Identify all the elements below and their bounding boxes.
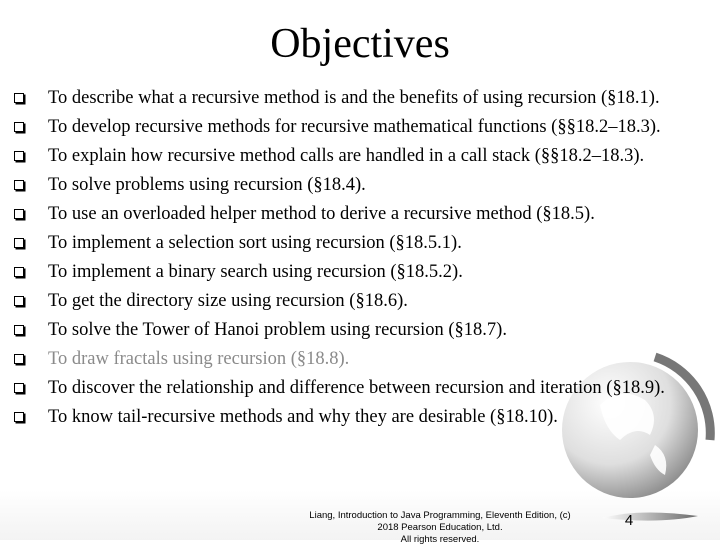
objective-text: To implement a binary search using recur… [48, 262, 463, 282]
checkbox-bullet-icon [14, 238, 24, 248]
objective-item: To solve the Tower of Hanoi problem usin… [14, 316, 694, 345]
objective-item: To know tail-recursive methods and why t… [14, 403, 694, 432]
objective-text: To develop recursive methods for recursi… [48, 117, 661, 137]
checkbox-bullet-icon [14, 209, 24, 219]
objective-text: To get the directory size using recursio… [48, 291, 408, 311]
objective-text: To implement a selection sort using recu… [48, 233, 462, 253]
checkbox-bullet-icon [14, 325, 24, 335]
objective-item: To discover the relationship and differe… [14, 374, 694, 403]
objective-text: To discover the relationship and differe… [48, 378, 665, 398]
checkbox-bullet-icon [14, 296, 24, 306]
objective-item: To implement a selection sort using recu… [14, 229, 694, 258]
objective-item-dimmed: To draw fractals using recursion (§18.8)… [14, 345, 694, 374]
objective-item: To use an overloaded helper method to de… [14, 200, 694, 229]
footer-line-1: Liang, Introduction to Java Programming,… [309, 510, 571, 533]
footer-line-2: All rights reserved. [400, 534, 480, 545]
checkbox-bullet-icon [14, 151, 24, 161]
checkbox-bullet-icon [14, 93, 24, 103]
footer-citation: Liang, Introduction to Java Programming,… [300, 510, 580, 546]
objective-text: To know tail-recursive methods and why t… [48, 407, 558, 427]
objective-text: To explain how recursive method calls ar… [48, 146, 645, 166]
objective-text: To solve the Tower of Hanoi problem usin… [48, 320, 507, 340]
objective-text: To draw fractals using recursion (§18.8)… [48, 349, 350, 369]
objective-item: To get the directory size using recursio… [14, 287, 694, 316]
checkbox-bullet-icon [14, 267, 24, 277]
checkbox-bullet-icon [14, 122, 24, 132]
objective-item: To explain how recursive method calls ar… [14, 142, 694, 171]
objective-text: To solve problems using recursion (§18.4… [48, 175, 366, 195]
checkbox-bullet-icon [14, 412, 24, 422]
objective-text: To describe what a recursive method is a… [48, 88, 660, 108]
checkbox-bullet-icon [14, 354, 24, 364]
page-number: 4 [624, 512, 634, 529]
checkbox-bullet-icon [14, 383, 24, 393]
objective-text: To use an overloaded helper method to de… [48, 204, 595, 224]
objective-item: To implement a binary search using recur… [14, 258, 694, 287]
checkbox-bullet-icon [14, 180, 24, 190]
objective-item: To solve problems using recursion (§18.4… [14, 171, 694, 200]
slide-title: Objectives [270, 21, 450, 67]
objectives-list: To describe what a recursive method is a… [14, 84, 694, 432]
objective-item: To develop recursive methods for recursi… [14, 113, 694, 142]
objective-item: To describe what a recursive method is a… [14, 84, 694, 113]
page-swoosh-icon [602, 512, 698, 521]
